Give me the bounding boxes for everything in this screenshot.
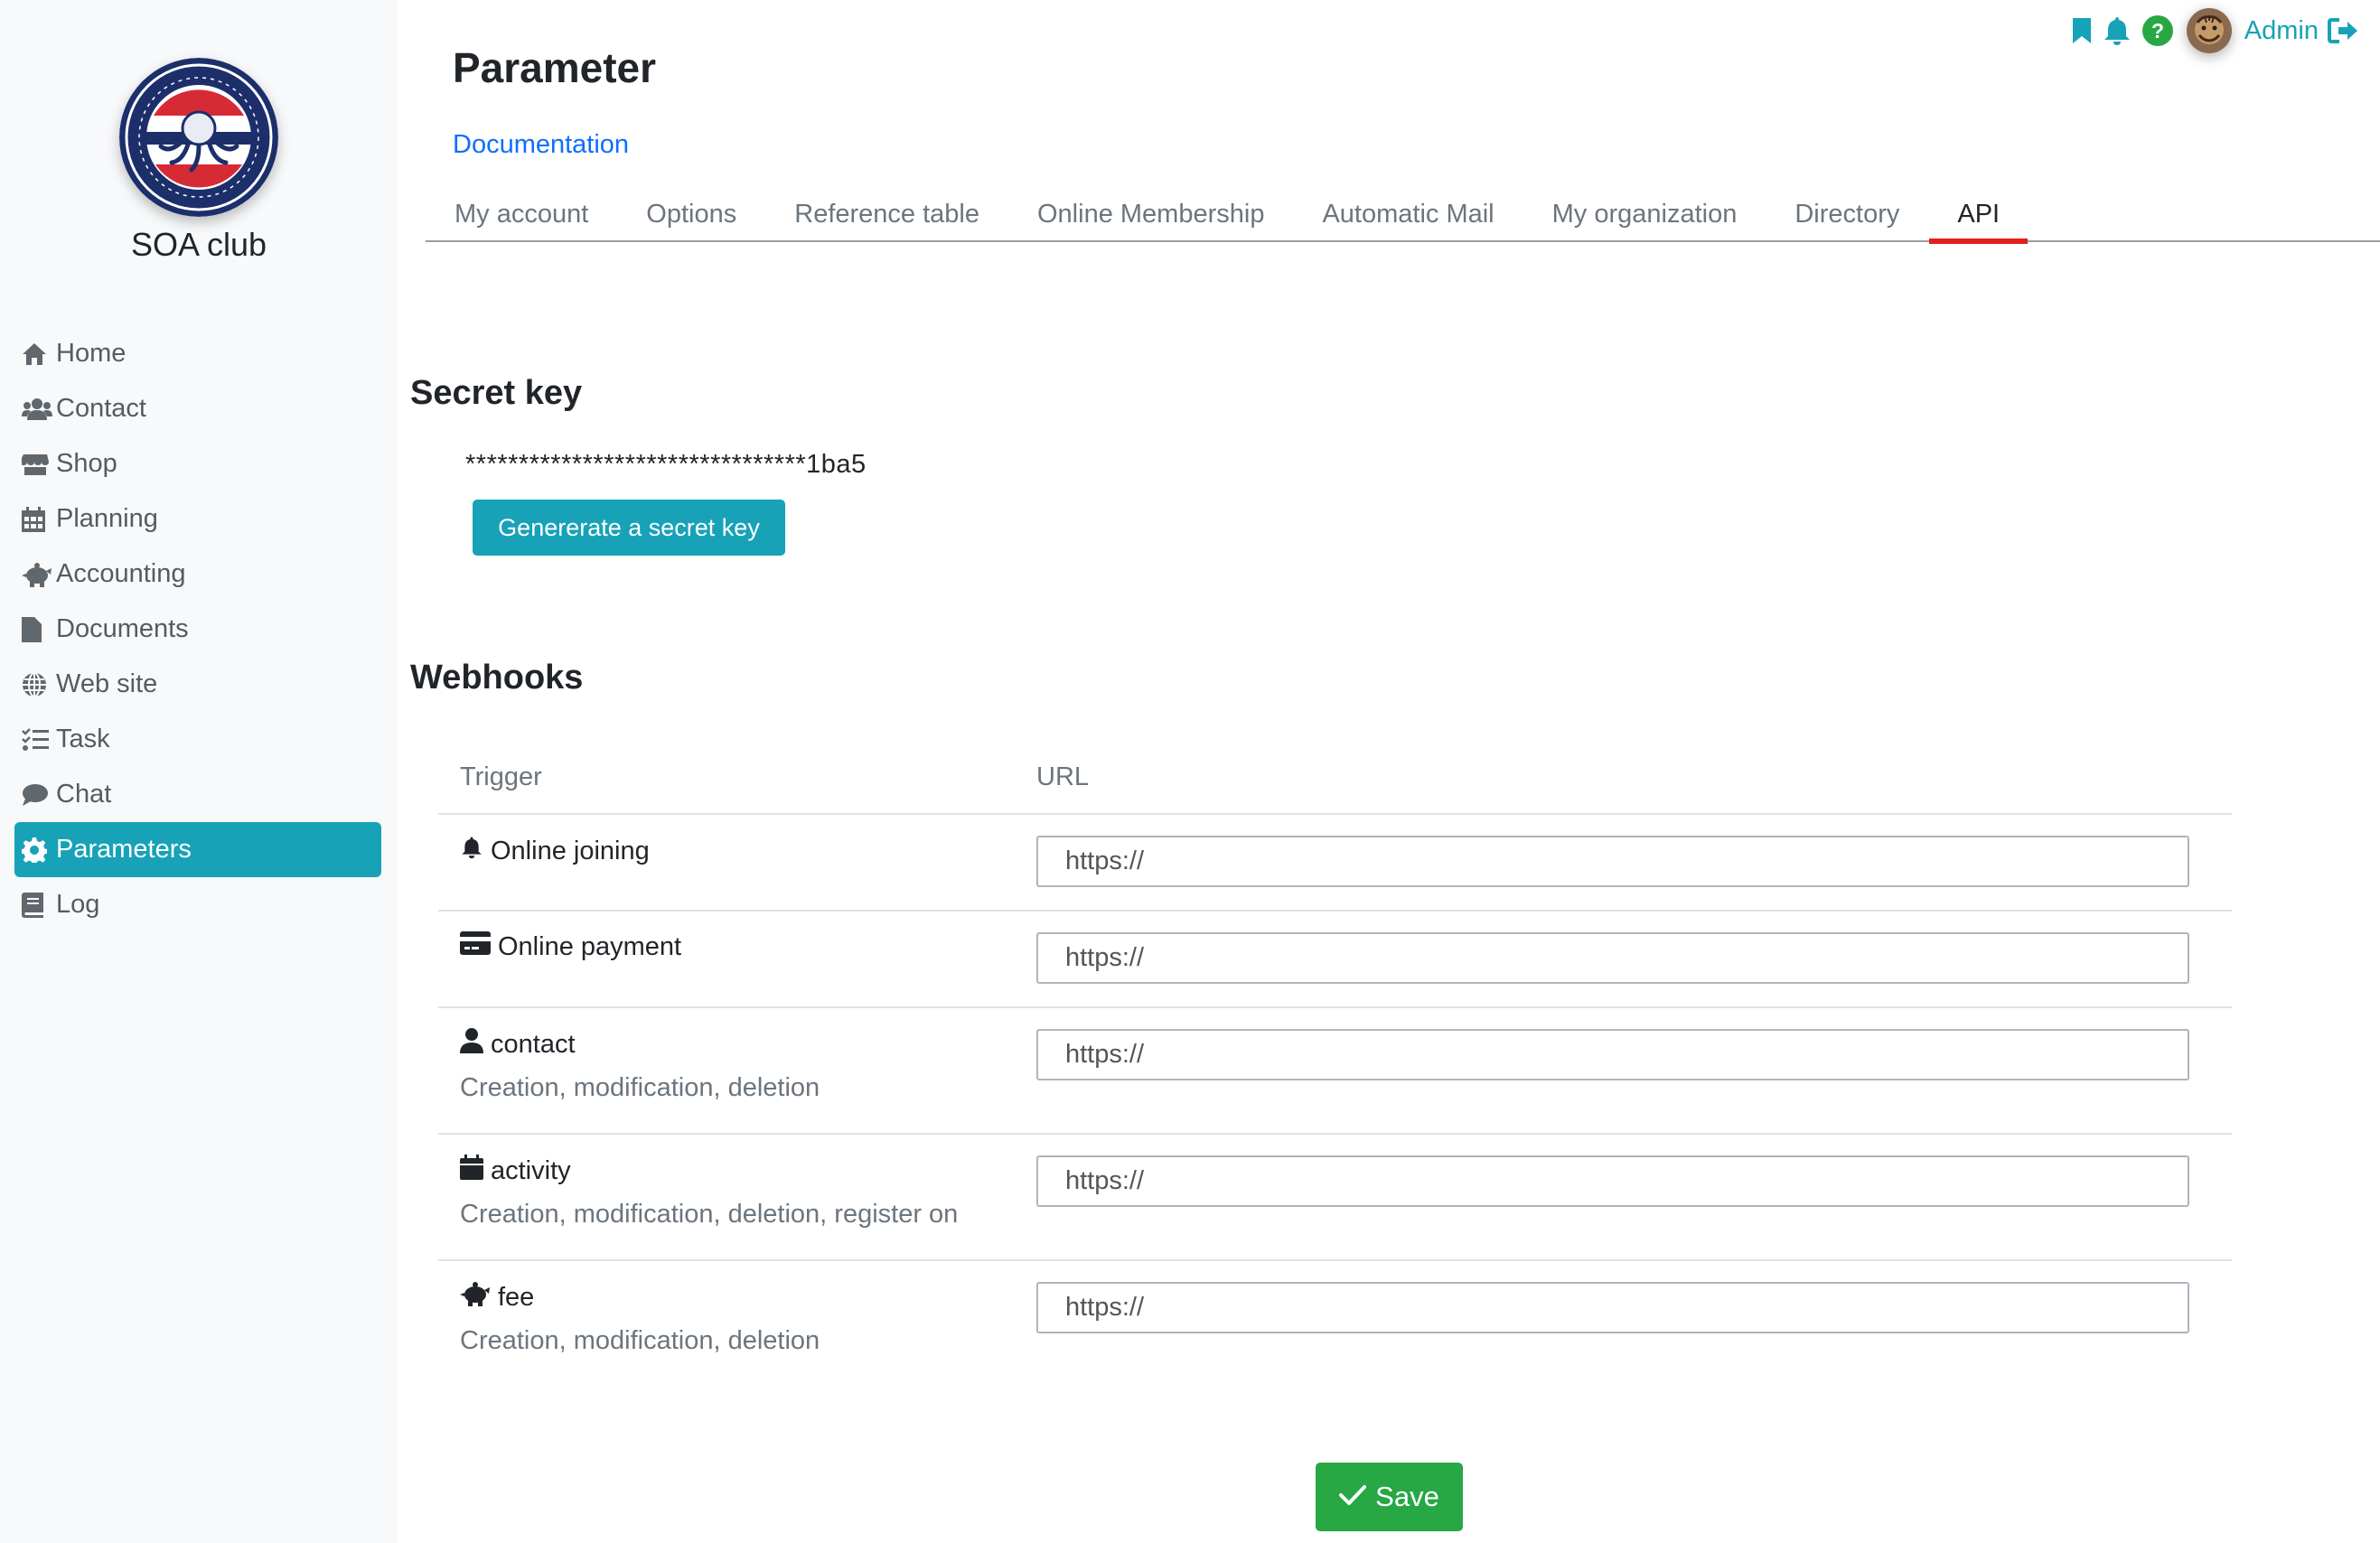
sidebar-item-label: Shop	[56, 449, 117, 478]
globe-icon	[22, 671, 56, 698]
avatar[interactable]	[2186, 8, 2232, 53]
sidebar-item-label: Contact	[56, 394, 146, 423]
club-logo[interactable]	[119, 58, 278, 217]
sidebar-item-accounting[interactable]: Accounting	[14, 547, 381, 602]
trigger-cell: fee Creation, modification, deletion	[438, 1261, 1036, 1388]
webhook-url-input-contact[interactable]	[1036, 1029, 2189, 1080]
logout-icon[interactable]	[2328, 17, 2358, 44]
calendar-icon	[460, 1155, 483, 1187]
table-row: activity Creation, modification, deletio…	[438, 1135, 2232, 1261]
sidebar-item-label: Parameters	[56, 835, 192, 864]
help-icon[interactable]: ?	[2141, 14, 2174, 47]
sidebar-item-planning[interactable]: Planning	[14, 491, 381, 547]
user-name[interactable]: Admin	[2244, 16, 2319, 46]
secret-key-value: ********************************1ba5	[465, 450, 867, 479]
trigger-cell: activity Creation, modification, deletio…	[438, 1135, 1036, 1259]
sidebar: SOA club Home Contact Shop Planning Acco…	[0, 0, 398, 1543]
column-header-url: URL	[1036, 762, 1090, 791]
table-header: Trigger URL	[438, 741, 2232, 815]
tab-api[interactable]: API	[1928, 188, 2029, 244]
table-row: contact Creation, modification, deletion	[438, 1008, 2232, 1135]
top-bar: ? Admin	[2071, 7, 2358, 54]
sidebar-item-label: Documents	[56, 614, 189, 643]
sidebar-item-label: Web site	[56, 669, 158, 698]
tab-my-account[interactable]: My account	[426, 188, 617, 240]
column-header-trigger: Trigger	[460, 762, 542, 791]
credit-card-icon	[460, 931, 491, 962]
sidebar-item-documents[interactable]: Documents	[14, 602, 381, 657]
home-icon	[22, 341, 56, 368]
trigger-name: fee	[498, 1282, 535, 1312]
trigger-description: Creation, modification, deletion	[460, 1073, 820, 1102]
webhooks-table: Trigger URL Online joining Online paymen…	[438, 741, 2232, 1388]
sidebar-item-task[interactable]: Task	[14, 712, 381, 767]
bookmark-icon[interactable]	[2071, 16, 2093, 45]
trigger-name: Online payment	[498, 931, 682, 961]
trigger-name: activity	[491, 1155, 571, 1185]
sidebar-item-contact[interactable]: Contact	[14, 381, 381, 436]
generate-secret-key-button[interactable]: Genererate a secret key	[473, 500, 785, 556]
sidebar-item-parameters[interactable]: Parameters	[14, 822, 381, 877]
tasks-icon	[22, 726, 56, 753]
tab-automatic-mail[interactable]: Automatic Mail	[1293, 188, 1523, 240]
user-icon	[460, 1028, 483, 1061]
sidebar-item-log[interactable]: Log	[14, 877, 381, 932]
page-title: Parameter	[453, 44, 657, 91]
secret-key-title: Secret key	[410, 374, 583, 412]
sidebar-item-label: Log	[56, 890, 100, 919]
check-icon	[1339, 1481, 1367, 1513]
trigger-cell: Online payment	[438, 912, 1036, 1006]
sidebar-item-shop[interactable]: Shop	[14, 436, 381, 491]
save-label: Save	[1375, 1481, 1439, 1512]
book-icon	[22, 892, 56, 919]
tab-my-organization[interactable]: My organization	[1523, 188, 1766, 240]
trigger-name: contact	[491, 1029, 576, 1059]
tab-online-membership[interactable]: Online Membership	[1008, 188, 1293, 240]
table-row: Online joining	[438, 815, 2232, 912]
users-icon	[22, 396, 56, 423]
comment-icon	[22, 781, 56, 809]
tab-bar: My account Options Reference table Onlin…	[426, 188, 2380, 244]
sidebar-item-label: Home	[56, 339, 126, 368]
tab-directory[interactable]: Directory	[1766, 188, 1928, 240]
trigger-name: Online joining	[491, 836, 650, 865]
bell-icon	[460, 835, 483, 867]
webhook-url-input-fee[interactable]	[1036, 1282, 2189, 1333]
tab-options[interactable]: Options	[617, 188, 765, 240]
webhook-url-input-online-joining[interactable]	[1036, 836, 2189, 887]
webhook-url-input-activity[interactable]	[1036, 1155, 2189, 1207]
webhook-url-input-online-payment[interactable]	[1036, 932, 2189, 984]
club-name: SOA club	[130, 226, 267, 263]
piggy-bank-icon	[22, 561, 56, 588]
file-icon	[22, 616, 56, 643]
sidebar-item-label: Task	[56, 725, 110, 753]
trigger-description: Creation, modification, deletion	[460, 1326, 820, 1355]
trigger-cell: Online joining	[438, 815, 1036, 910]
trigger-description: Creation, modification, deletion, regist…	[460, 1200, 959, 1229]
sidebar-item-web-site[interactable]: Web site	[14, 657, 381, 712]
webhooks-title: Webhooks	[410, 659, 584, 697]
table-row: fee Creation, modification, deletion	[438, 1261, 2232, 1388]
sidebar-item-label: Planning	[56, 504, 158, 533]
calendar-icon	[22, 506, 56, 533]
bell-icon[interactable]	[2102, 15, 2132, 46]
gear-icon	[22, 837, 56, 864]
trigger-cell: contact Creation, modification, deletion	[438, 1008, 1036, 1133]
sidebar-item-chat[interactable]: Chat	[14, 767, 381, 822]
svg-text:?: ?	[2151, 19, 2164, 42]
sidebar-item-label: Accounting	[56, 559, 186, 588]
table-row: Online payment	[438, 912, 2232, 1008]
sidebar-item-label: Chat	[56, 780, 112, 809]
sidebar-nav: Home Contact Shop Planning Accounting Do…	[14, 326, 381, 932]
store-icon	[22, 451, 56, 478]
piggy-bank-icon	[460, 1281, 491, 1314]
save-button[interactable]: Save	[1316, 1463, 1463, 1531]
tab-reference-table[interactable]: Reference table	[765, 188, 1008, 240]
sidebar-item-home[interactable]: Home	[14, 326, 381, 381]
documentation-link[interactable]: Documentation	[453, 130, 629, 160]
